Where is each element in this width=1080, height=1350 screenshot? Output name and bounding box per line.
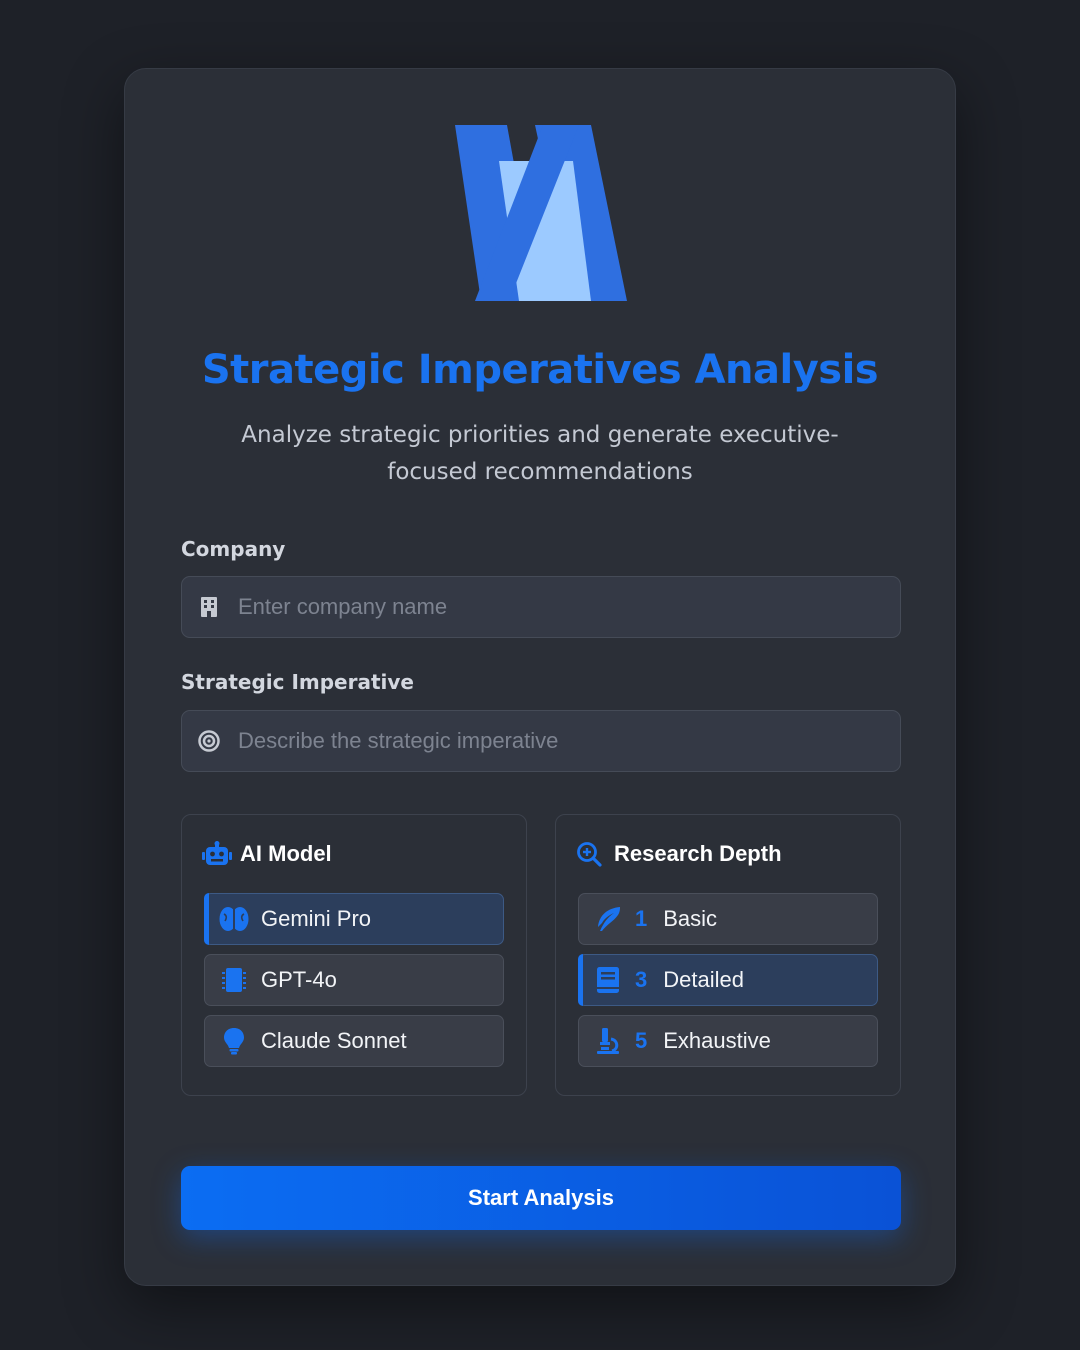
depth-level-number: 1 — [635, 906, 648, 931]
depth-label: Basic — [663, 906, 718, 931]
building-icon — [201, 597, 217, 617]
depth-option-detailed[interactable]: 3 Detailed — [578, 954, 878, 1006]
depth-level-number: 5 — [635, 1028, 648, 1053]
book-icon — [593, 965, 623, 995]
model-label: Claude Sonnet — [261, 1028, 407, 1053]
research-depth-header: Research Depth — [576, 839, 782, 869]
model-label: GPT-4o — [261, 967, 337, 992]
research-depth-panel: Research Depth 1 Basic 3 Detailed 5 Exha… — [555, 814, 901, 1096]
company-label: Company — [181, 537, 286, 561]
robot-icon — [202, 841, 232, 865]
depth-label: Detailed — [663, 967, 744, 992]
target-icon — [198, 730, 220, 752]
lightbulb-icon — [219, 1026, 249, 1056]
model-option-gemini-pro[interactable]: Gemini Pro — [204, 893, 504, 945]
company-field[interactable] — [181, 576, 901, 638]
ai-model-panel: AI Model Gemini Pro GPT-4o Claude Sonnet — [181, 814, 527, 1096]
page-title: Strategic Imperatives Analysis — [201, 347, 879, 393]
microscope-icon — [593, 1026, 623, 1056]
model-option-claude-sonnet[interactable]: Claude Sonnet — [204, 1015, 504, 1067]
ai-model-header: AI Model — [202, 839, 332, 869]
analysis-card: Strategic Imperatives Analysis Analyze s… — [124, 68, 956, 1286]
page-subtitle: Analyze strategic priorities and generat… — [241, 422, 839, 485]
ai-model-title: AI Model — [240, 841, 332, 866]
depth-option-exhaustive[interactable]: 5 Exhaustive — [578, 1015, 878, 1067]
brain-icon — [219, 904, 249, 934]
company-input[interactable] — [238, 577, 888, 637]
model-label: Gemini Pro — [261, 906, 372, 931]
depth-option-basic[interactable]: 1 Basic — [578, 893, 878, 945]
depth-label: Exhaustive — [663, 1028, 771, 1053]
feather-icon — [593, 904, 623, 934]
imperative-field[interactable] — [181, 710, 901, 772]
search-plus-icon — [577, 842, 602, 867]
imperative-label: Strategic Imperative — [181, 670, 414, 694]
research-depth-title: Research Depth — [614, 841, 782, 866]
imperative-input[interactable] — [238, 711, 888, 771]
logo-icon — [455, 125, 627, 301]
chip-icon — [219, 965, 249, 995]
model-option-gpt-4o[interactable]: GPT-4o — [204, 954, 504, 1006]
depth-level-number: 3 — [635, 967, 648, 992]
start-analysis-button[interactable]: Start Analysis — [181, 1166, 901, 1230]
